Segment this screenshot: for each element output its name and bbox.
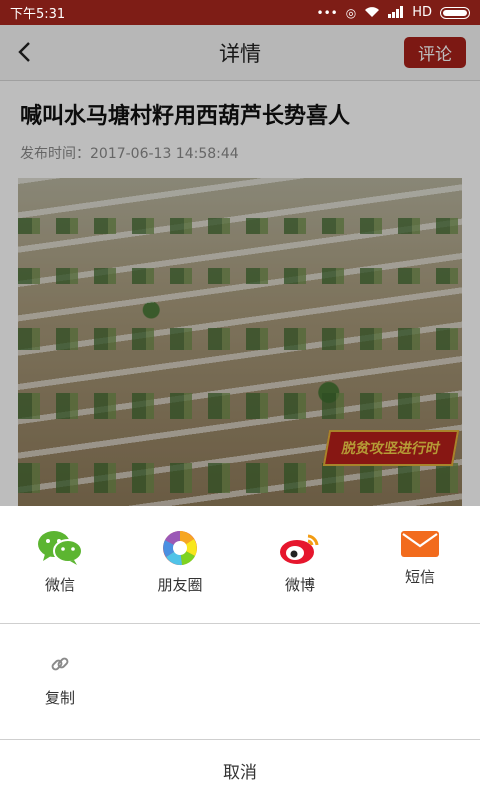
more-dots-icon: ••• xyxy=(316,5,338,20)
share-weibo-label: 微博 xyxy=(284,576,315,594)
cancel-button[interactable]: 取消 xyxy=(0,740,480,800)
moments-icon xyxy=(163,531,197,566)
share-row: 微信 朋友圈 微博 短信 xyxy=(0,506,480,623)
copy-button[interactable]: 复制 xyxy=(20,653,100,708)
battery-icon xyxy=(440,6,470,19)
copy-label: 复制 xyxy=(44,689,75,707)
network-label: HD xyxy=(412,5,432,20)
status-icons: ••• ◎ HD xyxy=(316,5,470,20)
dim-overlay[interactable] xyxy=(0,25,480,506)
link-icon xyxy=(51,657,69,671)
hotspot-icon: ◎ xyxy=(345,5,357,20)
share-sms-label: 短信 xyxy=(404,568,435,586)
divider xyxy=(0,623,480,624)
share-moments-label: 朋友圈 xyxy=(157,576,203,594)
signal-icon xyxy=(388,5,404,20)
status-bar: 下午5:31 ••• ◎ HD xyxy=(0,0,480,25)
share-wechat-label: 微信 xyxy=(44,576,75,594)
share-wechat-button[interactable]: 微信 xyxy=(0,530,120,595)
share-sheet: 微信 朋友圈 微博 短信 复制 取消 xyxy=(0,506,480,800)
sms-icon xyxy=(401,531,439,557)
status-time: 下午5:31 xyxy=(10,7,66,22)
share-sms-button[interactable]: 短信 xyxy=(360,530,480,587)
share-weibo-button[interactable]: 微博 xyxy=(240,530,360,595)
wechat-icon xyxy=(38,531,83,565)
share-moments-button[interactable]: 朋友圈 xyxy=(120,530,240,595)
wifi-icon xyxy=(364,6,380,20)
weibo-icon xyxy=(280,534,319,564)
